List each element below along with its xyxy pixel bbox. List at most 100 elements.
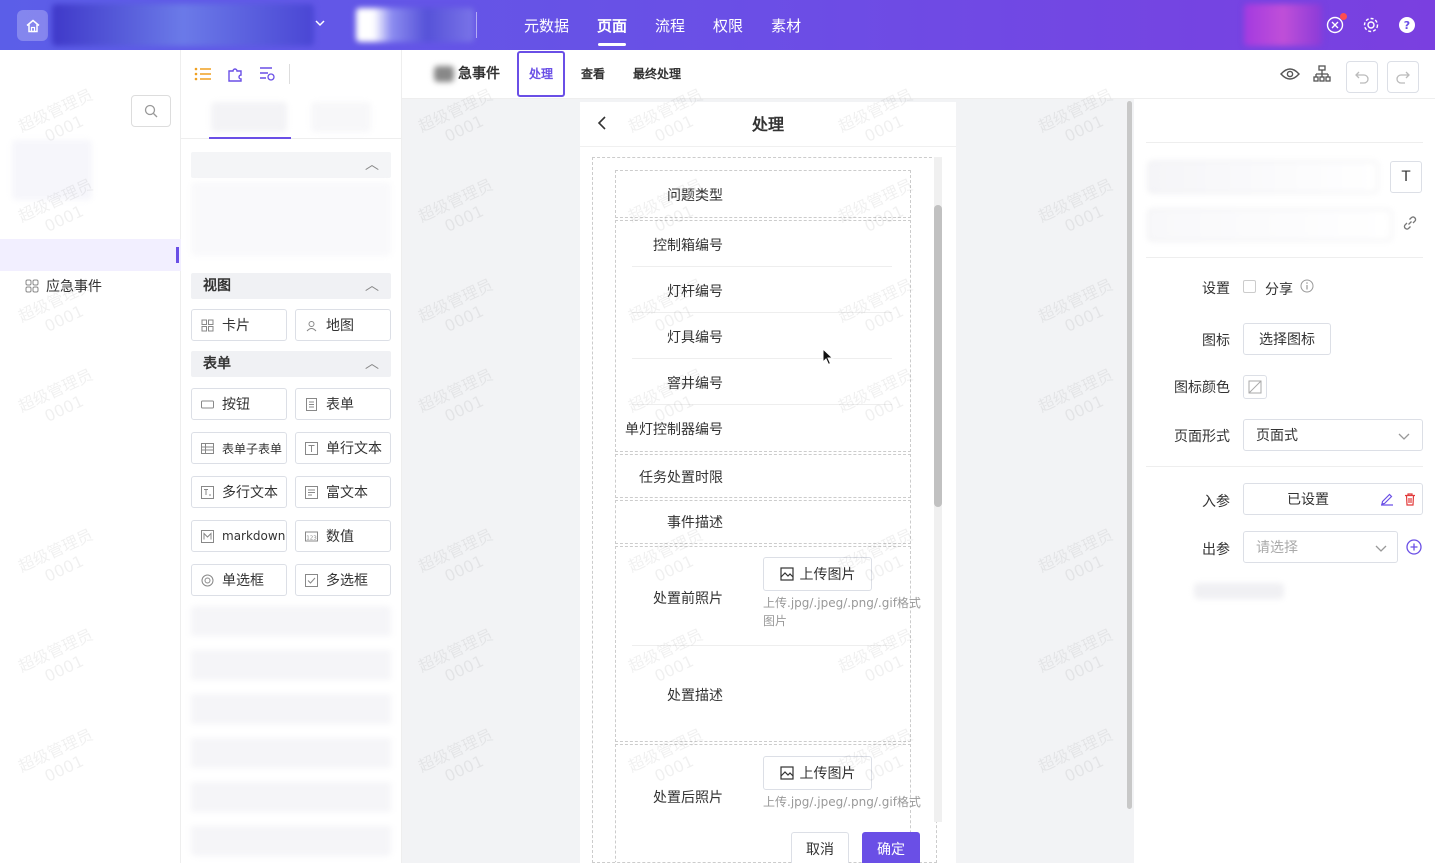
select-icon-button[interactable]: 选择图标 — [1243, 323, 1331, 355]
add-circle-icon[interactable] — [1406, 539, 1422, 559]
component-label: 多行文本 — [222, 485, 278, 501]
component-button[interactable]: 按钮 — [191, 388, 287, 420]
cancel-button[interactable]: 取消 — [791, 832, 849, 863]
in-param-box[interactable]: 已设置 — [1243, 483, 1423, 515]
edit-pencil-icon[interactable] — [1380, 492, 1394, 506]
canvas-scrollbar[interactable] — [1127, 101, 1132, 809]
app-logo — [356, 8, 474, 42]
tab-final-process[interactable]: 最终处理 — [633, 50, 681, 98]
structure-tree-icon[interactable] — [1310, 62, 1334, 86]
tab-process[interactable]: 处理 — [517, 51, 566, 97]
subform-icon — [200, 441, 214, 455]
top-nav-pages[interactable]: 页面 — [583, 0, 641, 50]
component-label: 卡片 — [222, 318, 250, 334]
tab-view[interactable]: 查看 — [581, 50, 605, 98]
palette-blurred-components — [191, 606, 391, 856]
field-label-lamp-no: 灯具编号 — [667, 330, 723, 346]
top-nav-permissions[interactable]: 权限 — [699, 0, 757, 50]
component-checkbox[interactable]: 多选框 — [295, 564, 391, 596]
palette-tab-blurred[interactable] — [211, 102, 287, 132]
app-switcher[interactable] — [52, 4, 314, 46]
left-nav: 应急事件 — [0, 50, 181, 863]
divider — [1146, 257, 1423, 258]
component-markdown[interactable]: markdown — [191, 520, 287, 552]
props-blurred-row — [1194, 583, 1284, 599]
component-label: 地图 — [326, 318, 354, 334]
component-label: 单行文本 — [326, 441, 382, 457]
grid-icon — [25, 279, 39, 293]
color-picker-icon[interactable] — [1243, 375, 1267, 399]
section-title: 视图 — [203, 278, 231, 294]
form-scrollbar[interactable] — [934, 205, 942, 507]
component-card[interactable]: 卡片 — [191, 309, 287, 341]
notification-icon[interactable] — [1323, 13, 1347, 37]
component-subform[interactable]: 表单子表单 — [191, 432, 287, 464]
help-icon[interactable]: ? — [1395, 13, 1419, 37]
component-label: 富文本 — [326, 485, 368, 501]
settings-gear-icon[interactable] — [1359, 13, 1383, 37]
left-nav-blurred-item — [12, 140, 92, 200]
chevron-down-icon[interactable] — [314, 17, 326, 33]
field-label-handling-description: 处置描述 — [667, 688, 723, 704]
page-form-select[interactable]: 页面式 — [1243, 419, 1423, 451]
component-single-line-text[interactable]: 单行文本 — [295, 432, 391, 464]
component-rich-text[interactable]: 富文本 — [295, 476, 391, 508]
component-number[interactable]: 123 数值 — [295, 520, 391, 552]
component-label: 多选框 — [326, 573, 368, 589]
field-label-problem-type: 问题类型 — [667, 188, 723, 204]
undo-button[interactable] — [1346, 61, 1378, 93]
palette-section-form[interactable]: 表单 ︿ — [191, 351, 391, 377]
chevron-down-icon — [1375, 545, 1387, 552]
component-label: 表单子表单 — [222, 441, 283, 456]
field-label-photo-after: 处置后照片 — [653, 790, 723, 806]
home-button[interactable] — [17, 10, 48, 41]
component-form[interactable]: 表单 — [295, 388, 391, 420]
puzzle-icon[interactable] — [225, 64, 245, 84]
search-button[interactable] — [131, 95, 171, 127]
number-icon: 123 — [304, 529, 318, 543]
share-checkbox[interactable] — [1243, 280, 1256, 293]
image-upload-icon — [779, 766, 794, 780]
top-nav-workflow[interactable]: 流程 — [641, 0, 699, 50]
component-radio[interactable]: 单选框 — [191, 564, 287, 596]
info-icon[interactable] — [1300, 279, 1314, 297]
user-avatar[interactable] — [1244, 4, 1322, 46]
page-name: 急事件 — [458, 66, 500, 82]
radio-icon — [200, 573, 214, 587]
page-name-input-blurred[interactable] — [1148, 161, 1378, 193]
list-icon[interactable] — [193, 64, 213, 84]
confirm-button[interactable]: 确定 — [862, 832, 920, 863]
text-toggle-button[interactable]: T — [1390, 161, 1422, 193]
field-label-pole-no: 灯杆编号 — [667, 284, 723, 300]
palette-tab-blurred-2[interactable] — [311, 102, 371, 132]
component-map[interactable]: 地图 — [295, 309, 391, 341]
collapse-icon[interactable]: ︿ — [365, 273, 379, 299]
palette-section-view[interactable]: 视图 ︿ — [191, 273, 391, 299]
top-nav-metadata[interactable]: 元数据 — [510, 0, 583, 50]
palette-blurred-items — [191, 182, 391, 256]
palette-section-blurred[interactable]: ︿ — [191, 152, 391, 178]
left-nav-item-emergency[interactable]: 应急事件 — [25, 276, 102, 296]
field-label-task-deadline: 任务处置时限 — [639, 470, 723, 486]
svg-text:?: ? — [1404, 19, 1410, 32]
upload-image-button-after[interactable]: 上传图片 — [763, 756, 872, 790]
checkbox-icon — [304, 573, 318, 587]
share-label: 分享 — [1265, 282, 1293, 298]
collapse-icon[interactable]: ︿ — [365, 351, 379, 377]
component-label: 按钮 — [222, 397, 250, 413]
top-nav-assets[interactable]: 素材 — [757, 0, 815, 50]
preview-eye-icon[interactable] — [1278, 62, 1302, 86]
card-icon — [200, 318, 214, 332]
left-nav-selected-item[interactable] — [0, 239, 181, 271]
link-icon[interactable] — [1402, 215, 1418, 235]
page-path-input-blurred[interactable] — [1148, 209, 1392, 241]
form-icon — [304, 397, 318, 411]
out-param-select[interactable]: 请选择 — [1243, 531, 1398, 563]
delete-trash-icon[interactable] — [1403, 492, 1417, 506]
upload-image-button-before[interactable]: 上传图片 — [763, 557, 872, 591]
list-settings-icon[interactable] — [257, 64, 277, 84]
component-multi-line-text[interactable]: 多行文本 — [191, 476, 287, 508]
mobile-title: 处理 — [751, 115, 784, 134]
redo-button[interactable] — [1387, 61, 1419, 93]
search-icon — [144, 104, 158, 118]
